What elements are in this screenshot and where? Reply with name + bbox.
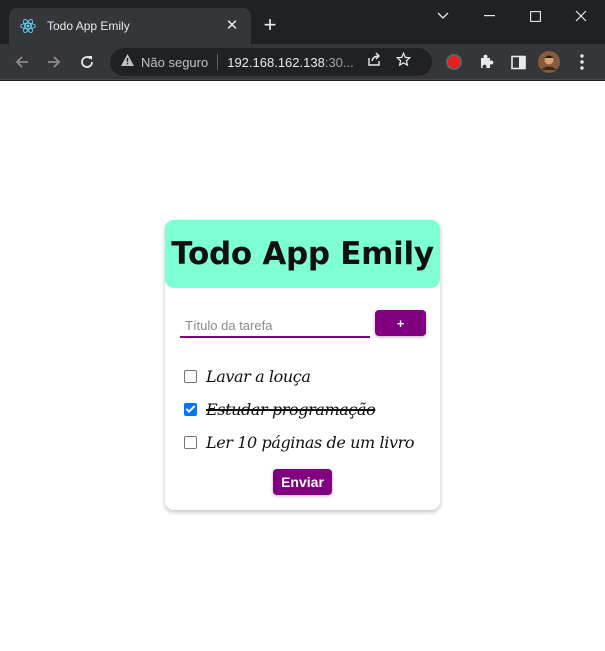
close-window-icon[interactable] (558, 4, 604, 28)
reload-icon[interactable] (74, 49, 100, 75)
todo-list: Lavar a louça Estudar programação Ler 10… (184, 360, 414, 459)
profile-avatar[interactable] (536, 49, 562, 75)
todo-checkbox[interactable] (184, 436, 197, 449)
todo-item: Lavar a louça (184, 360, 414, 393)
tab-search-icon[interactable] (420, 4, 466, 28)
todo-label: Lavar a louça (206, 367, 311, 386)
record-extension-icon[interactable] (441, 49, 467, 75)
todo-card: Todo App Emily + Lavar a louça Estudar p… (165, 220, 440, 510)
extensions-puzzle-icon[interactable] (473, 49, 499, 75)
bookmark-star-icon[interactable] (395, 51, 412, 72)
new-task-form: + (180, 310, 426, 338)
page-title: Todo App Emily (171, 236, 434, 272)
address-separator (217, 54, 219, 70)
todo-checkbox[interactable] (184, 370, 197, 383)
minimize-icon[interactable] (466, 4, 512, 28)
forward-icon[interactable] (41, 49, 67, 75)
share-icon[interactable] (367, 52, 382, 72)
url-port: :30... (324, 54, 354, 70)
todo-label: Ler 10 páginas de um livro (206, 433, 415, 452)
task-title-input[interactable] (180, 310, 370, 338)
todo-item: Estudar programação (184, 393, 414, 426)
todo-item: Ler 10 páginas de um livro (184, 426, 414, 459)
tab-title: Todo App Emily (47, 19, 130, 33)
tab-close-icon[interactable]: ✕ (223, 17, 241, 35)
page-viewport: Todo App Emily + Lavar a louça Estudar p… (0, 81, 605, 651)
menu-kebab-icon[interactable] (569, 49, 595, 75)
browser-titlebar: Todo App Emily ✕ + (0, 0, 605, 44)
todo-label: Estudar programação (206, 400, 376, 419)
new-tab-icon[interactable]: + (259, 14, 281, 36)
browser-tab[interactable]: Todo App Emily ✕ (9, 8, 251, 44)
react-icon (19, 17, 37, 35)
side-panel-icon[interactable] (505, 49, 531, 75)
url-host: 192.168.162.138 (227, 54, 325, 70)
submit-button[interactable]: Enviar (273, 469, 332, 495)
todo-checkbox-checked[interactable] (184, 403, 197, 416)
card-header: Todo App Emily (165, 220, 440, 288)
url-text[interactable]: 192.168.162.138:30... (227, 55, 355, 70)
warning-icon[interactable] (120, 53, 135, 72)
address-bar[interactable]: Não seguro 192.168.162.138:30... (110, 48, 432, 76)
maximize-icon[interactable] (512, 4, 558, 28)
back-icon[interactable] (9, 49, 35, 75)
add-task-button[interactable]: + (375, 310, 426, 336)
security-label[interactable]: Não seguro (141, 55, 208, 70)
browser-toolbar: Não seguro 192.168.162.138:30... (0, 44, 605, 80)
